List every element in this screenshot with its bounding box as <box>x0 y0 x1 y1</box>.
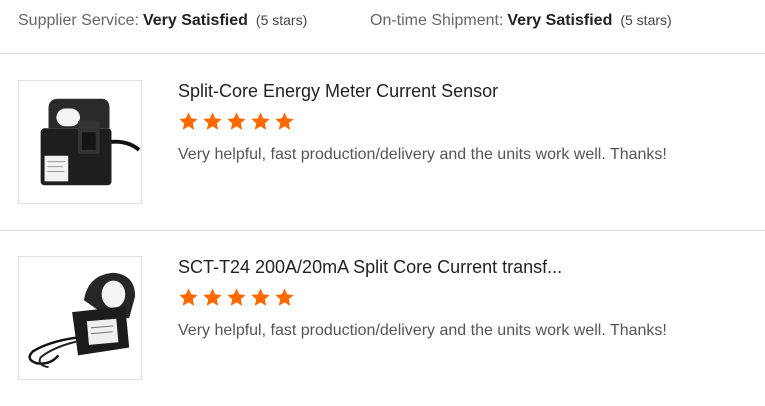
ontime-shipment-stars: (5 stars) <box>620 12 672 28</box>
star-icon <box>179 112 198 130</box>
product-title[interactable]: SCT-T24 200A/20mA Split Core Current tra… <box>178 257 755 278</box>
supplier-service-stars: (5 stars) <box>255 12 308 28</box>
supplier-service-value: Very Satisfied <box>142 12 248 29</box>
review-comment: Very helpful, fast production/delivery a… <box>178 322 667 339</box>
product-thumbnail[interactable] <box>18 256 142 380</box>
review-comment: Very helpful, fast production/delivery a… <box>178 146 667 163</box>
star-rating <box>178 111 755 133</box>
ontime-shipment-label: On-time Shipment: <box>370 12 504 29</box>
product-thumbnail[interactable] <box>18 80 142 204</box>
star-icon <box>275 112 294 130</box>
ontime-shipment-value: Very Satisfied <box>507 12 613 29</box>
star-icon <box>203 288 222 306</box>
product-title[interactable]: Split-Core Energy Meter Current Sensor <box>178 81 755 102</box>
supplier-service-label: Supplier Service: <box>18 12 139 29</box>
review-item: SCT-T24 200A/20mA Split Core Current tra… <box>18 256 765 382</box>
star-icon <box>251 112 270 130</box>
star-icon <box>203 112 222 130</box>
split-core-transformer-photo-icon <box>19 257 141 379</box>
star-icon <box>227 112 246 130</box>
divider <box>0 53 765 54</box>
divider <box>0 230 765 231</box>
review-item: Split-Core Energy Meter Current Sensor V… <box>18 80 765 206</box>
split-core-sensor-photo-icon <box>19 81 141 203</box>
ontime-shipment-rating: On-time Shipment: Very Satisfied (5 stars) <box>370 12 672 30</box>
review-content: Split-Core Energy Meter Current Sensor V… <box>178 80 755 164</box>
star-icon <box>251 288 270 306</box>
star-icon <box>179 288 198 306</box>
star-icon <box>227 288 246 306</box>
ratings-summary: Supplier Service: Very Satisfied (5 stars)… <box>18 12 765 36</box>
star-rating <box>178 287 755 309</box>
review-content: SCT-T24 200A/20mA Split Core Current tra… <box>178 256 755 340</box>
supplier-service-rating: Supplier Service: Very Satisfied (5 stars) <box>18 12 307 30</box>
star-icon <box>275 288 294 306</box>
